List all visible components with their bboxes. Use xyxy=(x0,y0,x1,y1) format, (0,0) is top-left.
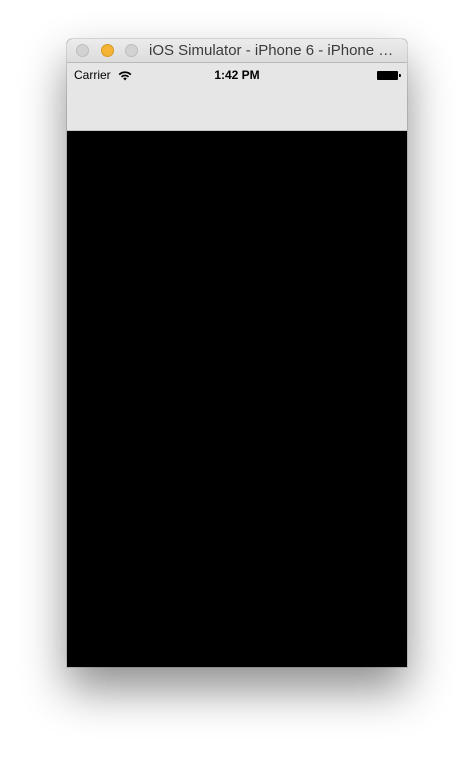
status-time: 1:42 PM xyxy=(214,68,260,82)
minimize-button[interactable] xyxy=(101,44,114,57)
ios-navigation-bar: Carrier 1:42 PM xyxy=(67,63,407,131)
zoom-button[interactable] xyxy=(125,44,138,57)
app-content-area[interactable] xyxy=(67,131,407,667)
close-button[interactable] xyxy=(76,44,89,57)
battery-icon xyxy=(377,71,401,80)
window-title: iOS Simulator - iPhone 6 - iPhone 6 / iO… xyxy=(149,42,399,59)
simulator-window: iOS Simulator - iPhone 6 - iPhone 6 / iO… xyxy=(67,39,407,667)
stage: iOS Simulator - iPhone 6 - iPhone 6 / iO… xyxy=(0,0,474,764)
window-titlebar[interactable]: iOS Simulator - iPhone 6 - iPhone 6 / iO… xyxy=(67,39,407,63)
